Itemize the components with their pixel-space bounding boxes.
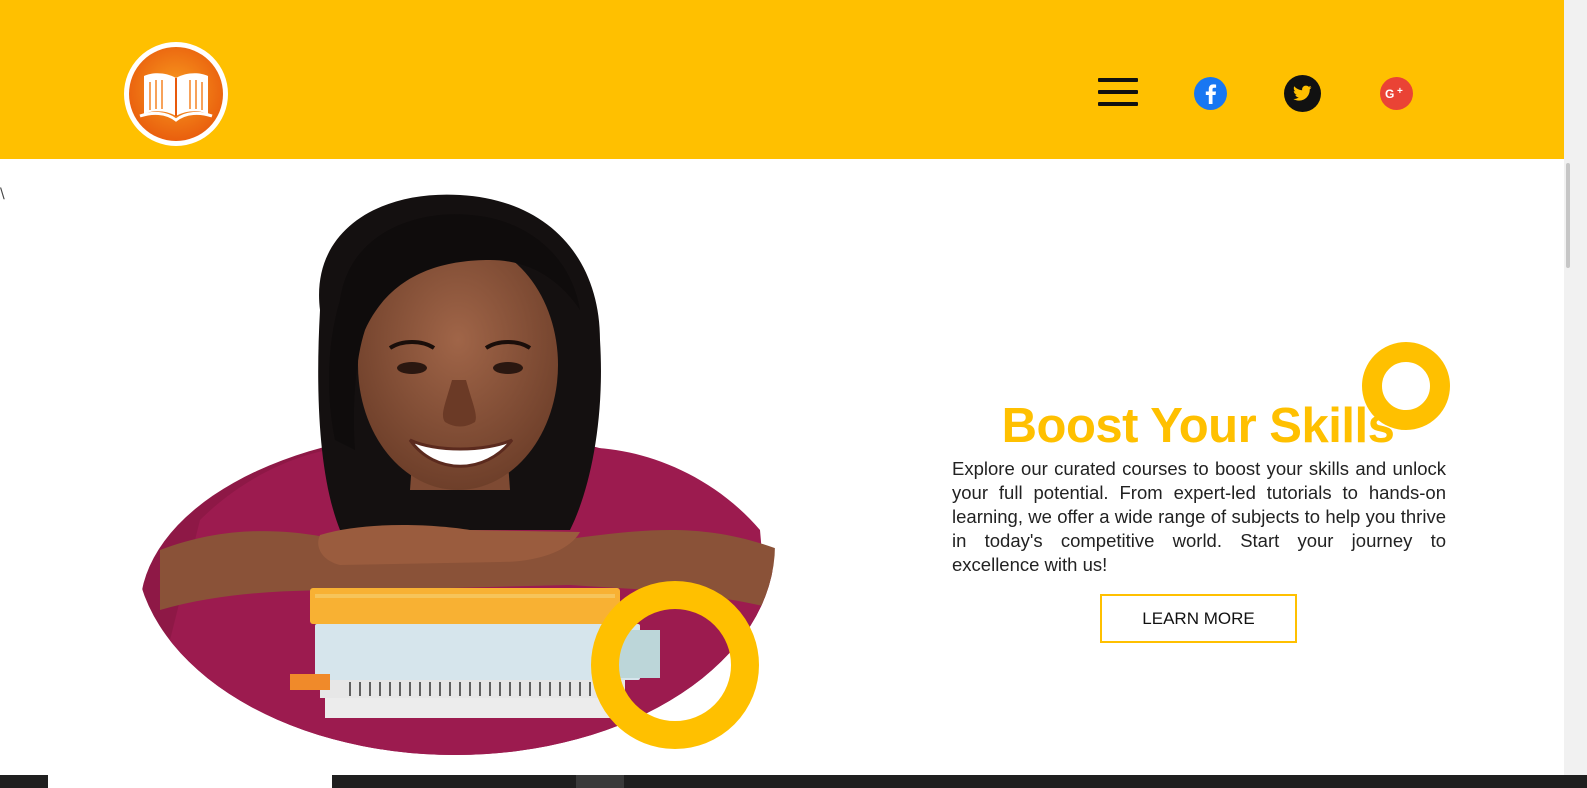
- menu-bar: [1098, 102, 1138, 106]
- stray-text: \: [0, 186, 5, 202]
- learn-more-button[interactable]: LEARN MORE: [1100, 594, 1297, 643]
- taskbar-item[interactable]: [576, 775, 624, 788]
- site-header: [0, 0, 1564, 159]
- book-logo[interactable]: [122, 40, 230, 148]
- taskbar: [0, 775, 1587, 788]
- facebook-icon[interactable]: [1194, 77, 1227, 110]
- hamburger-menu-icon[interactable]: [1098, 78, 1138, 108]
- twitter-icon[interactable]: [1284, 75, 1321, 112]
- book-logo-icon: [124, 42, 228, 146]
- google-plus-icon[interactable]: G +: [1380, 77, 1413, 110]
- scrollbar-track[interactable]: [1564, 0, 1587, 775]
- menu-bar: [1098, 90, 1138, 94]
- svg-text:+: +: [1397, 86, 1403, 97]
- hero-title: Boost Your Skills: [1001, 399, 1395, 453]
- page: G + \ Boost Your Skills Explore our cura…: [0, 0, 1587, 788]
- taskbar-item[interactable]: [48, 775, 332, 788]
- hero-description: Explore our curated courses to boost you…: [952, 458, 1446, 575]
- menu-bar: [1098, 78, 1138, 82]
- svg-text:G: G: [1385, 87, 1394, 101]
- scrollbar-thumb[interactable]: [1566, 163, 1570, 268]
- hero-image: [140, 190, 780, 760]
